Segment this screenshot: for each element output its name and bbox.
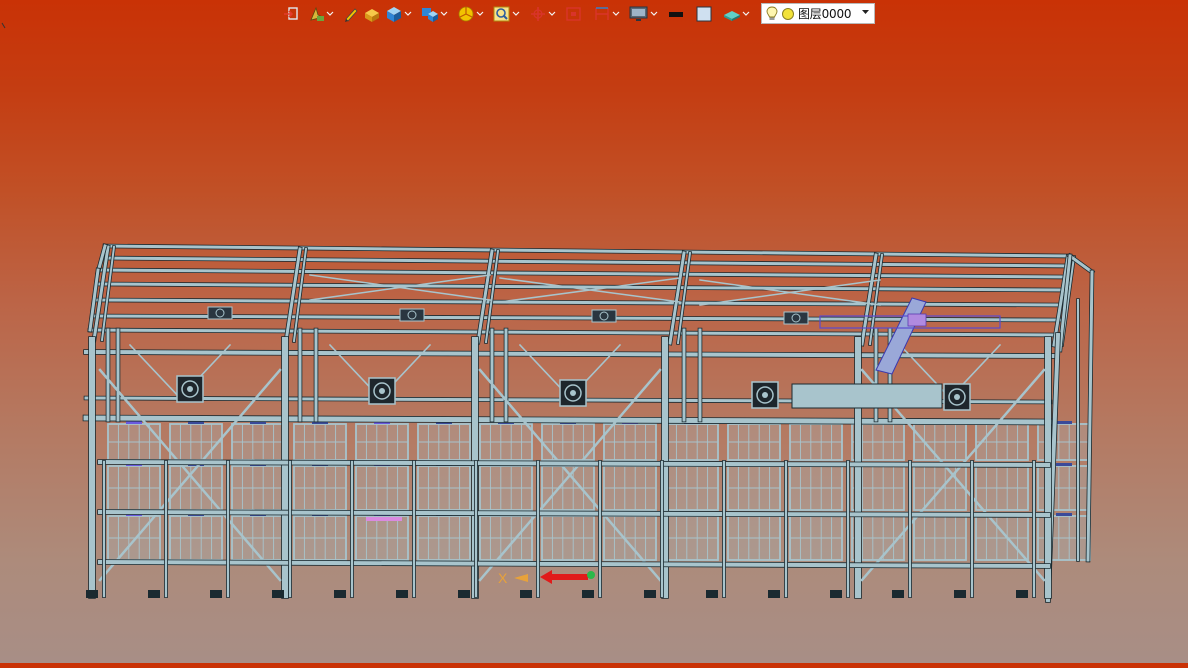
section-view-icon bbox=[566, 7, 581, 21]
chevron-down-icon[interactable] bbox=[548, 3, 556, 25]
sketch-enter-icon bbox=[284, 7, 298, 20]
container-cage[interactable] bbox=[417, 463, 471, 511]
zoom-fit-button[interactable] bbox=[492, 3, 520, 25]
display-style-button[interactable] bbox=[420, 3, 448, 25]
container-cage[interactable] bbox=[727, 421, 781, 461]
container-cage[interactable] bbox=[541, 463, 595, 511]
feature-tool-icon bbox=[310, 6, 325, 21]
view-cube-icon bbox=[387, 7, 401, 22]
container-cage[interactable] bbox=[603, 513, 657, 561]
container-cage[interactable] bbox=[355, 421, 409, 461]
layer-filter-button[interactable] bbox=[722, 3, 750, 25]
chevron-down-icon[interactable] bbox=[512, 3, 520, 25]
monitor-icon bbox=[629, 6, 648, 21]
container-cage[interactable] bbox=[479, 463, 533, 511]
chevron-down-icon[interactable] bbox=[476, 3, 484, 25]
display-style-icon bbox=[422, 8, 438, 22]
layer-name: 图层0000 bbox=[798, 7, 852, 21]
view-cube-button[interactable] bbox=[384, 3, 412, 25]
render-mode-icon bbox=[458, 6, 474, 22]
render-mode-button[interactable] bbox=[456, 3, 484, 25]
container-cage[interactable] bbox=[913, 513, 967, 561]
chevron-down-icon[interactable] bbox=[742, 3, 750, 25]
container-cage[interactable] bbox=[665, 513, 719, 561]
container-cage[interactable] bbox=[479, 421, 533, 461]
chevron-down-icon[interactable] bbox=[440, 3, 448, 25]
zoom-fit-icon bbox=[493, 6, 510, 22]
container-cage[interactable] bbox=[727, 513, 781, 561]
container-cage[interactable] bbox=[975, 463, 1029, 511]
container-cage[interactable] bbox=[293, 463, 347, 511]
container-cage[interactable] bbox=[479, 513, 533, 561]
container-cage[interactable] bbox=[355, 463, 409, 511]
container-cage[interactable] bbox=[665, 421, 719, 461]
dropdown-arrow-icon[interactable] bbox=[862, 10, 869, 15]
chevron-down-icon[interactable] bbox=[404, 3, 412, 25]
monitor-button[interactable] bbox=[628, 3, 658, 25]
steel-structure-model[interactable]: X bbox=[0, 0, 1188, 663]
container-cage[interactable] bbox=[417, 421, 471, 461]
container-cage[interactable] bbox=[169, 421, 223, 461]
chevron-down-icon[interactable] bbox=[612, 3, 620, 25]
line-color-icon bbox=[669, 12, 683, 17]
measure-button[interactable] bbox=[592, 3, 620, 25]
lightbulb-icon[interactable] bbox=[766, 6, 778, 22]
axis-arrow-icon bbox=[548, 574, 588, 580]
container-cage[interactable] bbox=[789, 421, 843, 461]
pen-button[interactable] bbox=[342, 3, 360, 25]
container-cage[interactable] bbox=[107, 463, 161, 511]
container-cage[interactable] bbox=[293, 513, 347, 561]
measure-icon bbox=[595, 7, 609, 20]
cursor-mark-icon bbox=[1, 22, 6, 29]
container-cage[interactable] bbox=[603, 463, 657, 511]
container-cage[interactable] bbox=[789, 513, 843, 561]
fill-color-icon bbox=[696, 6, 712, 22]
rotate-view-icon bbox=[531, 7, 545, 21]
chevron-down-icon[interactable] bbox=[650, 3, 658, 25]
container-cage[interactable] bbox=[417, 513, 471, 561]
section-view-button[interactable] bbox=[564, 3, 584, 25]
fill-color-button[interactable] bbox=[694, 3, 714, 25]
pad-solid-icon bbox=[365, 9, 379, 22]
model-viewport[interactable]: X bbox=[0, 0, 1188, 663]
container-cage[interactable] bbox=[293, 421, 347, 461]
container-cage[interactable] bbox=[231, 463, 285, 511]
sketch-enter-button[interactable] bbox=[282, 3, 300, 25]
feature-tool-button[interactable] bbox=[308, 3, 334, 25]
rotate-view-button[interactable] bbox=[528, 3, 556, 25]
pen-icon bbox=[345, 8, 358, 22]
container-cage[interactable] bbox=[541, 421, 595, 461]
pad-solid-button[interactable] bbox=[362, 3, 382, 25]
container-cage[interactable] bbox=[727, 463, 781, 511]
container-cage[interactable] bbox=[541, 513, 595, 561]
container-cage[interactable] bbox=[665, 463, 719, 511]
chevron-down-icon[interactable] bbox=[326, 3, 334, 25]
container-cage[interactable] bbox=[231, 421, 285, 461]
line-color-button[interactable] bbox=[666, 3, 686, 25]
yellow-dot-icon bbox=[782, 7, 794, 20]
x-axis-label: X bbox=[498, 570, 508, 586]
container-cage[interactable] bbox=[169, 513, 223, 561]
layer-filter-icon bbox=[724, 11, 740, 21]
view-toolbar bbox=[282, 3, 750, 25]
container-cage[interactable] bbox=[107, 421, 161, 461]
container-cage[interactable] bbox=[789, 463, 843, 511]
layer-select[interactable]: 图层0000 bbox=[761, 3, 875, 24]
